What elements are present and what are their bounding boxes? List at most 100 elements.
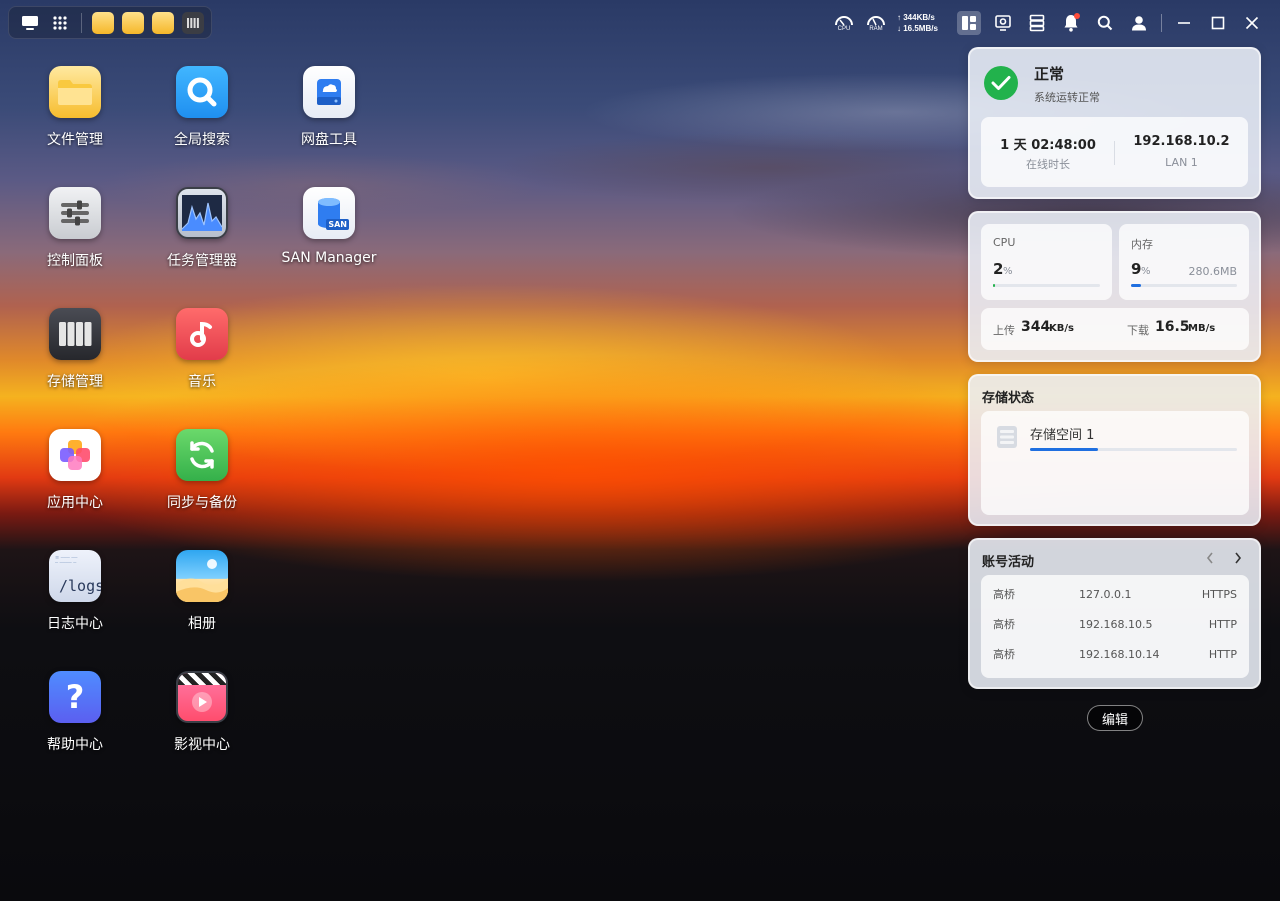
uptime-label: 在线时长 [1026,158,1070,171]
cpu-bar [993,284,1100,287]
app-store-icon [49,429,101,481]
photos-icon [176,550,228,602]
activity-list: 高桥 127.0.0.1 HTTPS 高桥 192.168.10.5 HTTP … [981,575,1249,678]
app-label: 日志中心 [47,616,103,632]
chart-icon [176,187,228,239]
network-card: 上传 344 KB/s 下载 16.5 MB/s [981,308,1249,350]
system-status-widget[interactable]: 正常 系统运转正常 1 天 02:48:00 在线时长 192.168.10.2… [968,47,1261,199]
app-label: 同步与备份 [167,495,237,511]
music-icon [176,308,228,360]
search-button[interactable] [1093,11,1117,35]
app-label: 音乐 [188,374,216,390]
app-label: 控制面板 [47,253,103,269]
system-status-desc: 系统运转正常 [1034,91,1100,104]
desktop-app-task-manager[interactable]: 任务管理器 [147,187,257,270]
network-speed: ↑ 344KB/s ↓ 16.5MB/s [897,12,947,34]
list-item: 高桥 127.0.0.1 HTTPS [993,584,1237,604]
chevron-left-icon [1206,552,1213,564]
desktop-app-cloud-drive-tool[interactable]: 网盘工具 [274,66,384,149]
desktop-app-video-center[interactable]: 影视中心 [147,671,257,754]
desktop-app-log-center[interactable]: ≡ ─── ── ─ ──── ─ /logs 日志中心 [20,550,130,633]
ram-gauge[interactable]: RAM [865,14,887,33]
memory-bar-fill [1131,284,1141,287]
activity-protocol: HTTP [1208,647,1237,661]
cpu-gauge[interactable]: CPU [833,14,855,33]
user-icon [1132,16,1146,31]
chevron-right-icon [1235,552,1242,564]
app-label: 全局搜索 [174,132,230,148]
resource-monitor-button[interactable] [991,11,1015,35]
app-label: SAN Manager [281,250,377,266]
activity-user: 高桥 [993,588,1015,601]
server-icon [1029,14,1045,32]
volume-card[interactable]: 存储空间 1 [981,411,1249,515]
show-desktop-button[interactable] [19,12,41,34]
cpu-unit: % [1003,266,1013,277]
desktop-app-photos[interactable]: 相册 [147,550,257,633]
taskbar-app-file-manager-1[interactable] [92,11,114,34]
app-label: 应用中心 [47,495,103,511]
storage-icon [49,308,101,360]
next-page-button[interactable] [1231,551,1245,565]
server-info-button[interactable] [1025,11,1049,35]
uptime-ip-card: 1 天 02:48:00 在线时长 192.168.10.2 LAN 1 [981,117,1248,187]
desktop-app-global-search[interactable]: 全局搜索 [147,66,257,149]
notification-dot [1074,13,1080,19]
close-button[interactable] [1240,11,1264,35]
memory-card: 内存 9 % 280.6MB [1119,224,1249,300]
folder-icon [49,66,101,118]
volume-bar [1030,448,1237,451]
list-item: 高桥 192.168.10.14 HTTP [993,644,1237,664]
desktop-app-app-center[interactable]: 应用中心 [20,429,130,512]
edit-widgets-button[interactable]: 编辑 [1087,705,1143,731]
search-icon [1097,15,1113,31]
search-icon [176,66,228,118]
widget-panel-button[interactable] [957,11,981,35]
app-label: 任务管理器 [167,253,237,269]
sync-icon [176,429,228,481]
widget-panel-icon [962,16,976,30]
app-label: 网盘工具 [301,132,357,148]
cpu-bar-fill [993,284,996,287]
resource-monitor-widget[interactable]: CPU 2 % 内存 9 % 280.6MB 上传 344 KB/s 下载 16… [968,211,1261,362]
ip-label: LAN 1 [1165,156,1198,169]
volume-name: 存储空间 1 [1030,428,1095,443]
download-unit: MB/s [1188,323,1216,334]
notifications-button[interactable] [1059,11,1083,35]
memory-unit: % [1141,266,1151,277]
desktop-app-storage-manager[interactable]: 存储管理 [20,308,130,391]
desktop-app-san-manager[interactable]: SAN SAN Manager [274,187,384,266]
desktop-app-control-panel[interactable]: 控制面板 [20,187,130,270]
desktop-app-sync-backup[interactable]: 同步与备份 [147,429,257,512]
app-launcher-button[interactable] [49,12,71,34]
logs-tile-text: /logs [59,577,101,595]
logs-icon: ≡ ─── ── ─ ──── ─ /logs [49,550,101,602]
cpu-gauge-icon [835,15,853,25]
activity-ip: 192.168.10.5 [1079,617,1153,631]
taskbar-app-file-manager-2[interactable] [122,11,144,34]
activity-protocol: HTTPS [1201,587,1237,601]
cloud-drive-icon [303,66,355,118]
memory-used: 280.6MB [1188,265,1237,278]
prev-page-button[interactable] [1203,551,1217,565]
storage-status-widget[interactable]: 存储状态 存储空间 1 [968,374,1261,526]
system-status: 正常 [1034,65,1065,83]
upload-unit: KB/s [1049,323,1074,334]
account-activity-widget[interactable]: 账号活动 高桥 127.0.0.1 HTTPS 高桥 192.168.10.5 … [968,538,1261,689]
maximize-button[interactable] [1206,11,1230,35]
desktop-app-music[interactable]: 音乐 [147,308,257,391]
desktop-app-help-center[interactable]: ? 帮助中心 [20,671,130,754]
taskbar-app-file-manager-3[interactable] [152,11,174,34]
sliders-icon [49,187,101,239]
download-speed: ↓ 16.5MB/s [897,24,938,33]
user-menu-button[interactable] [1127,11,1151,35]
taskbar-app-storage[interactable] [182,11,204,34]
cpu-gauge-label: CPU [837,25,851,32]
minimize-button[interactable] [1172,11,1196,35]
upload-label: 上传 [993,324,1015,337]
minimize-icon [1178,22,1190,24]
video-icon [176,671,228,723]
storage-icon [187,17,199,28]
desktop-app-file-manager[interactable]: 文件管理 [20,66,130,149]
account-widget-title: 账号活动 [982,555,1035,570]
